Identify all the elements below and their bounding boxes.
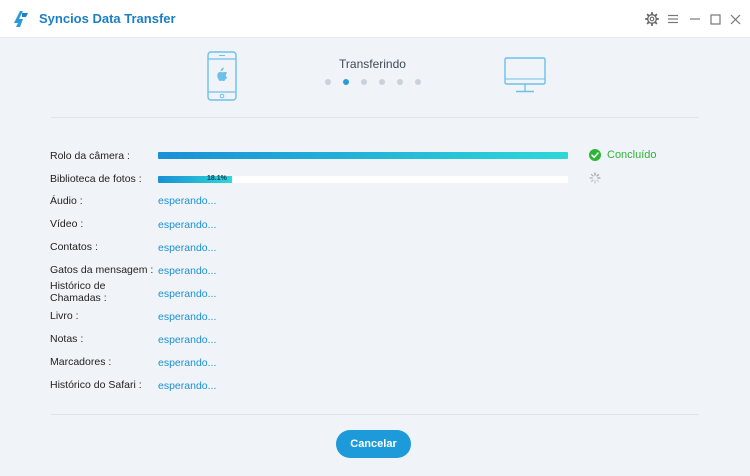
maximize-icon bbox=[709, 13, 721, 25]
row-label-video: Vídeo : bbox=[50, 218, 84, 230]
row-status-bookmarks: esperando... bbox=[158, 357, 217, 369]
progress-bar-camera-roll bbox=[158, 152, 568, 159]
row-label-contacts: Contatos : bbox=[50, 241, 98, 253]
row-label-bookmarks: Marcadores : bbox=[50, 356, 112, 368]
row-label-books: Livro : bbox=[50, 310, 79, 322]
status-text: Concluído bbox=[607, 149, 657, 161]
close-button[interactable] bbox=[727, 11, 743, 27]
row-label-notes: Notas : bbox=[50, 333, 84, 345]
status-done: Concluído bbox=[589, 148, 657, 162]
row-status-notes: esperando... bbox=[158, 334, 217, 346]
minimize-icon bbox=[690, 18, 700, 20]
monitor-icon bbox=[504, 57, 546, 93]
step-indicator bbox=[321, 79, 431, 87]
close-icon bbox=[730, 14, 740, 24]
footer-divider bbox=[51, 414, 699, 415]
app-title: Syncios Data Transfer bbox=[39, 11, 176, 26]
menu-icon bbox=[668, 14, 678, 24]
progress-percent: 18.1% bbox=[207, 175, 227, 182]
row-label-photo-library: Biblioteca de fotos : bbox=[50, 173, 142, 185]
row-status-video: esperando... bbox=[158, 219, 217, 231]
cancel-button[interactable]: Cancelar bbox=[336, 430, 411, 458]
syncios-logo-icon bbox=[14, 11, 28, 27]
app-window: Syncios Data Transfer Transferindo Rolo … bbox=[0, 0, 750, 476]
row-status-contacts: esperando... bbox=[158, 242, 217, 254]
row-label-messages: Gatos da mensagem : bbox=[50, 264, 154, 276]
minimize-button[interactable] bbox=[687, 11, 703, 27]
title-bar[interactable]: Syncios Data Transfer bbox=[0, 0, 750, 38]
step-title: Transferindo bbox=[339, 57, 406, 71]
maximize-button[interactable] bbox=[707, 11, 723, 27]
row-label-camera-roll: Rolo da câmera : bbox=[50, 150, 130, 162]
row-label-safari-history: Histórico do Safari : bbox=[50, 379, 142, 391]
step-dot-active bbox=[343, 79, 349, 85]
step-dot bbox=[397, 79, 403, 85]
row-status-messages: esperando... bbox=[158, 265, 217, 277]
iphone-icon bbox=[207, 51, 237, 101]
loading-spinner-icon bbox=[589, 172, 601, 184]
menu-button[interactable] bbox=[665, 11, 681, 27]
header-divider bbox=[51, 117, 699, 118]
step-dot bbox=[379, 79, 385, 85]
check-circle-icon bbox=[589, 149, 601, 161]
row-status-books: esperando... bbox=[158, 311, 217, 323]
step-dot bbox=[361, 79, 367, 85]
row-label-call-history: Histórico de Chamadas : bbox=[50, 280, 107, 304]
row-status-safari-history: esperando... bbox=[158, 380, 217, 392]
settings-button[interactable] bbox=[644, 11, 660, 27]
row-status-audio: esperando... bbox=[158, 195, 217, 207]
step-dot bbox=[325, 79, 331, 85]
row-status-call-history: esperando... bbox=[158, 288, 217, 300]
row-label-audio: Áudio : bbox=[50, 195, 83, 207]
step-dot bbox=[415, 79, 421, 85]
gear-icon bbox=[645, 12, 659, 26]
progress-fill bbox=[158, 152, 568, 159]
